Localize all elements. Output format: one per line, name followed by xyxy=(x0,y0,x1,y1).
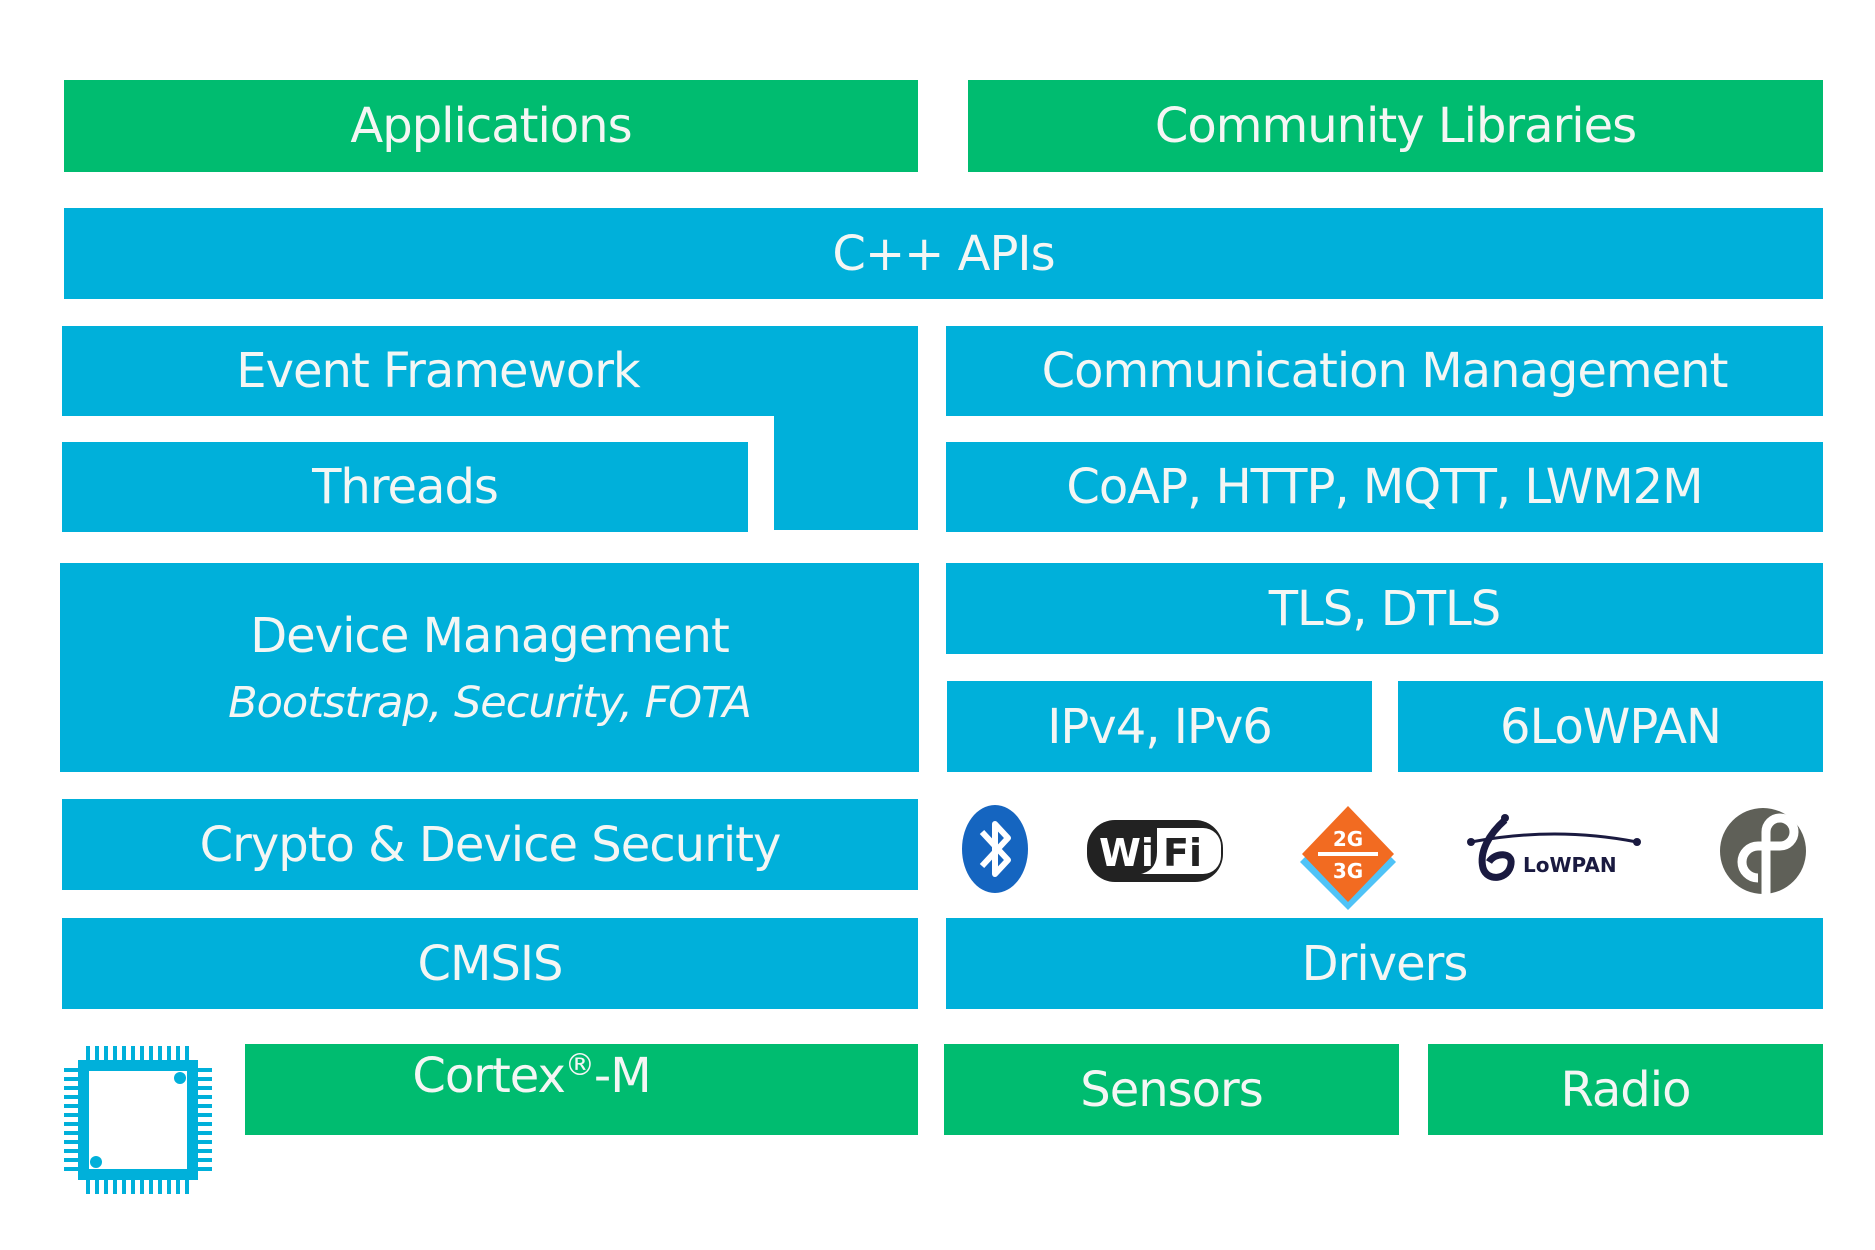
drivers-label: Drivers xyxy=(1301,935,1469,992)
cortex-suffix: -M xyxy=(593,1048,652,1104)
tls-label: TLS, DTLS xyxy=(1268,580,1502,637)
protocols-layer: CoAP, HTTP, MQTT, LWM2M xyxy=(946,442,1823,532)
registered-mark: ® xyxy=(564,1048,595,1083)
radio-layer: Radio xyxy=(1428,1044,1823,1135)
device-management-label: Device Management xyxy=(250,607,730,664)
radio-label: Radio xyxy=(1560,1061,1692,1118)
cellular-2g-3g-icon: 2G 3G xyxy=(1300,806,1396,910)
cortex-m-layer: Cortex®-M xyxy=(245,1044,918,1135)
communication-management-label: Communication Management xyxy=(1041,343,1729,399)
ip-label: IPv4, IPv6 xyxy=(1047,698,1273,755)
cpp-apis-layer: C++ APIs xyxy=(64,208,1823,299)
device-management-subtitle: Bootstrap, Security, FOTA xyxy=(228,677,752,728)
sensors-layer: Sensors xyxy=(944,1044,1399,1135)
svg-text:Fi: Fi xyxy=(1163,831,1202,875)
communication-management-layer: Communication Management xyxy=(946,326,1823,416)
svg-text:2G: 2G xyxy=(1333,827,1363,851)
threads-layer: Threads xyxy=(62,442,748,532)
thread-logo-icon xyxy=(1720,808,1806,894)
event-framework-extension xyxy=(774,414,918,530)
drivers-layer: Drivers xyxy=(946,918,1823,1009)
cortex-m-label: Cortex®-M xyxy=(412,1048,652,1104)
bluetooth-icon xyxy=(962,805,1028,893)
svg-text:3G: 3G xyxy=(1333,859,1363,883)
wifi-icon: Wi Fi xyxy=(1087,820,1223,882)
sensors-label: Sensors xyxy=(1080,1061,1264,1118)
ip-layer: IPv4, IPv6 xyxy=(947,681,1372,772)
community-libraries-layer: Community Libraries xyxy=(968,80,1823,172)
event-framework-label: Event Framework xyxy=(236,343,640,399)
applications-label: Applications xyxy=(350,98,632,154)
6lowpan-logo-icon: LoWPAN xyxy=(1467,814,1641,881)
protocols-label: CoAP, HTTP, MQTT, LWM2M xyxy=(1066,459,1703,515)
crypto-label: Crypto & Device Security xyxy=(199,816,782,873)
svg-text:Wi: Wi xyxy=(1099,831,1154,875)
svg-text:LoWPAN: LoWPAN xyxy=(1523,853,1617,877)
threads-label: Threads xyxy=(312,459,499,515)
6lowpan-label: 6LoWPAN xyxy=(1500,698,1722,755)
crypto-layer: Crypto & Device Security xyxy=(62,799,918,890)
event-framework-layer: Event Framework xyxy=(62,326,918,416)
6lowpan-layer: 6LoWPAN xyxy=(1398,681,1823,772)
cmsis-layer: CMSIS xyxy=(62,918,918,1009)
cmsis-label: CMSIS xyxy=(417,935,563,992)
applications-layer: Applications xyxy=(64,80,918,172)
tls-layer: TLS, DTLS xyxy=(946,563,1823,654)
community-libraries-label: Community Libraries xyxy=(1154,98,1637,154)
microcontroller-chip-icon xyxy=(64,1046,212,1194)
cpp-apis-label: C++ APIs xyxy=(832,225,1055,282)
cortex-text: Cortex xyxy=(412,1048,566,1104)
device-management-layer: Device Management Bootstrap, Security, F… xyxy=(60,563,919,772)
